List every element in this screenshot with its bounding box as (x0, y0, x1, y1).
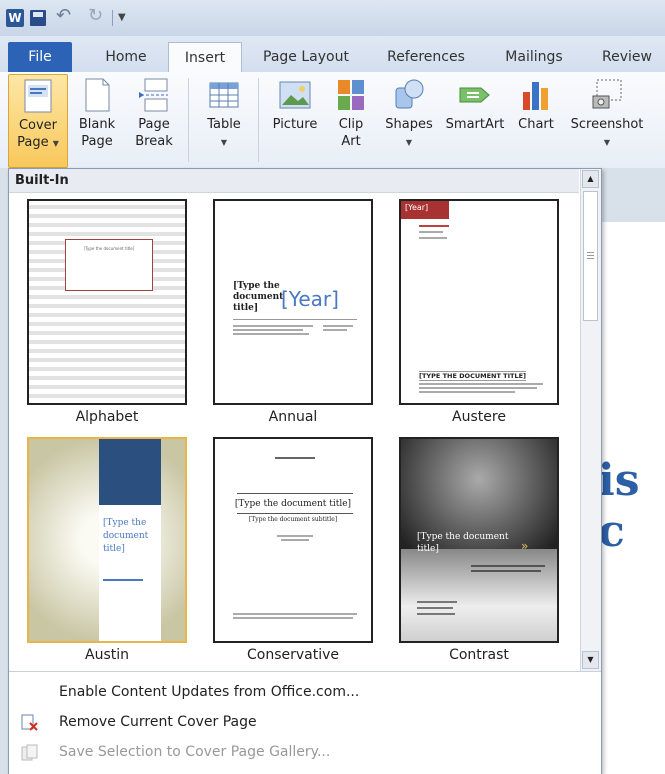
cover-page-gallery: Built-In [Type the document title] Alpha… (8, 168, 602, 774)
cover-thumbnail: [Type the document title] [Year] (213, 199, 373, 405)
redo-icon[interactable]: ↻ (88, 5, 103, 26)
enable-content-updates-item[interactable]: Enable Content Updates from Office.com..… (59, 684, 359, 700)
chart-icon (520, 78, 552, 112)
smartart-icon (459, 78, 491, 112)
picture-label: Picture (272, 117, 318, 132)
tab-references[interactable]: References (378, 42, 474, 72)
thumb-title: [Type the document title] (234, 499, 352, 509)
blank-page-button[interactable]: Blank Page (72, 74, 122, 166)
chart-button[interactable]: Chart (512, 74, 560, 166)
table-button[interactable]: Table ▼ (196, 74, 252, 166)
tab-mailings[interactable]: Mailings (494, 42, 574, 72)
clip-art-label-1: Clip (338, 117, 364, 132)
smartart-button[interactable]: SmartArt (442, 74, 508, 166)
thumb-year: [Year] (281, 287, 339, 311)
chevron-down-icon: ▼ (220, 138, 228, 147)
cover-conservative[interactable]: [Type the document title] [Type the docu… (211, 437, 375, 669)
clip-art-label-2: Art (341, 134, 361, 149)
smartart-label: SmartArt (445, 117, 505, 132)
shapes-button[interactable]: Shapes ▼ (378, 74, 440, 166)
tab-page-layout[interactable]: Page Layout (252, 42, 360, 72)
page-break-button[interactable]: Page Break (128, 74, 180, 166)
blank-page-label-1: Blank (78, 117, 116, 132)
save-to-gallery-icon (21, 744, 39, 762)
thumb-subtitle: [Type the document subtitle] (248, 516, 338, 523)
chevron-down-icon: ▼ (52, 139, 59, 148)
ribbon-group-separator (258, 78, 259, 162)
remove-cover-page-icon (21, 714, 39, 732)
cover-thumbnail: [Type the document title] (27, 199, 187, 405)
scroll-down-icon[interactable]: ▼ (582, 651, 599, 669)
thumb-year: [Year] (401, 201, 449, 219)
cover-thumbnail: [Year] [TYPE THE DOCUMENT TITLE] (399, 199, 559, 405)
customize-toolbar-icon[interactable]: ▼ (118, 12, 126, 30)
screenshot-button[interactable]: Screenshot ▼ (564, 74, 650, 166)
clip-art-button[interactable]: Clip Art (330, 74, 372, 166)
cover-caption: Austere (452, 409, 506, 425)
tab-file[interactable]: File (8, 42, 72, 72)
tab-review[interactable]: Review (594, 42, 660, 72)
cover-caption: Alphabet (75, 409, 139, 425)
gallery-scrollbar[interactable]: ▲ ▼ (580, 169, 601, 671)
cover-page-label-1: Cover (18, 118, 58, 133)
ribbon-group-separator (188, 78, 189, 162)
gallery-commands: Enable Content Updates from Office.com..… (9, 671, 601, 774)
chart-label: Chart (518, 117, 554, 132)
shapes-label: Shapes (385, 117, 433, 132)
screenshot-icon (591, 78, 623, 112)
ribbon-tabs: File Home Insert Page Layout References … (0, 36, 665, 74)
thumb-title: [Type the document title] (417, 532, 509, 554)
shapes-icon (393, 78, 425, 112)
title-bar: W ↶ ↻ ▼ (0, 0, 665, 36)
cover-austin[interactable]: [Type the document title] Austin (25, 437, 189, 669)
scroll-thumb[interactable] (583, 191, 598, 321)
page-break-label-1: Page (138, 117, 170, 132)
cover-caption: Austin (85, 647, 129, 663)
blank-page-icon (81, 78, 113, 112)
tab-insert[interactable]: Insert (168, 42, 242, 74)
screenshot-label: Screenshot (570, 117, 644, 132)
word-app-icon[interactable]: W (6, 9, 24, 27)
cover-thumbnail: [Type the document title] (27, 437, 187, 643)
toolbar-separator (112, 10, 113, 26)
thumb-title: [Type the document title] (233, 281, 284, 313)
page-break-label-2: Break (135, 134, 173, 149)
save-icon[interactable] (30, 10, 46, 26)
picture-icon (279, 78, 311, 112)
undo-icon[interactable]: ↶ (56, 5, 71, 26)
document-heading-fragment: is c (598, 455, 640, 557)
scroll-up-icon[interactable]: ▲ (582, 170, 599, 188)
cover-thumbnail: [Type the document title] » (399, 437, 559, 643)
cover-annual[interactable]: [Type the document title] [Year] Annual (211, 199, 375, 431)
remove-cover-page-item[interactable]: Remove Current Cover Page (59, 714, 257, 730)
cover-page-label-2: Page (17, 135, 49, 150)
table-icon (208, 78, 240, 112)
blank-page-label-2: Page (81, 134, 113, 149)
table-label: Table (207, 117, 241, 132)
cover-caption: Conservative (246, 647, 340, 663)
thumb-title: [Type the document title] (83, 246, 135, 251)
gallery-section-header: Built-In (9, 169, 579, 193)
cover-contrast[interactable]: [Type the document title] » Contrast (397, 437, 561, 669)
alphabet-title-box: [Type the document title] (65, 239, 153, 291)
clip-art-icon (335, 78, 367, 112)
thumb-title: [TYPE THE DOCUMENT TITLE] (419, 371, 527, 381)
thumb-title: [Type the document title] (103, 518, 149, 554)
ribbon-insert: Cover Page ▼ Blank Page Page Break Table ▼ P… (0, 72, 665, 169)
cover-page-button[interactable]: Cover Page ▼ (8, 74, 68, 168)
cover-austere[interactable]: [Year] [TYPE THE DOCUMENT TITLE] Austere (397, 199, 561, 431)
tab-home[interactable]: Home (94, 42, 158, 72)
chevron-icon: » (521, 539, 529, 553)
cover-caption: Annual (268, 409, 318, 425)
cover-thumbnail: [Type the document title] [Type the docu… (213, 437, 373, 643)
chevron-down-icon: ▼ (405, 138, 413, 147)
page-break-icon (138, 78, 170, 112)
chevron-down-icon: ▼ (603, 138, 611, 147)
cover-alphabet[interactable]: [Type the document title] Alphabet (25, 199, 189, 431)
cover-page-icon (22, 79, 54, 113)
cover-caption: Contrast (449, 647, 509, 663)
picture-button[interactable]: Picture (264, 74, 326, 166)
save-selection-to-gallery-item: Save Selection to Cover Page Gallery... (59, 744, 331, 760)
